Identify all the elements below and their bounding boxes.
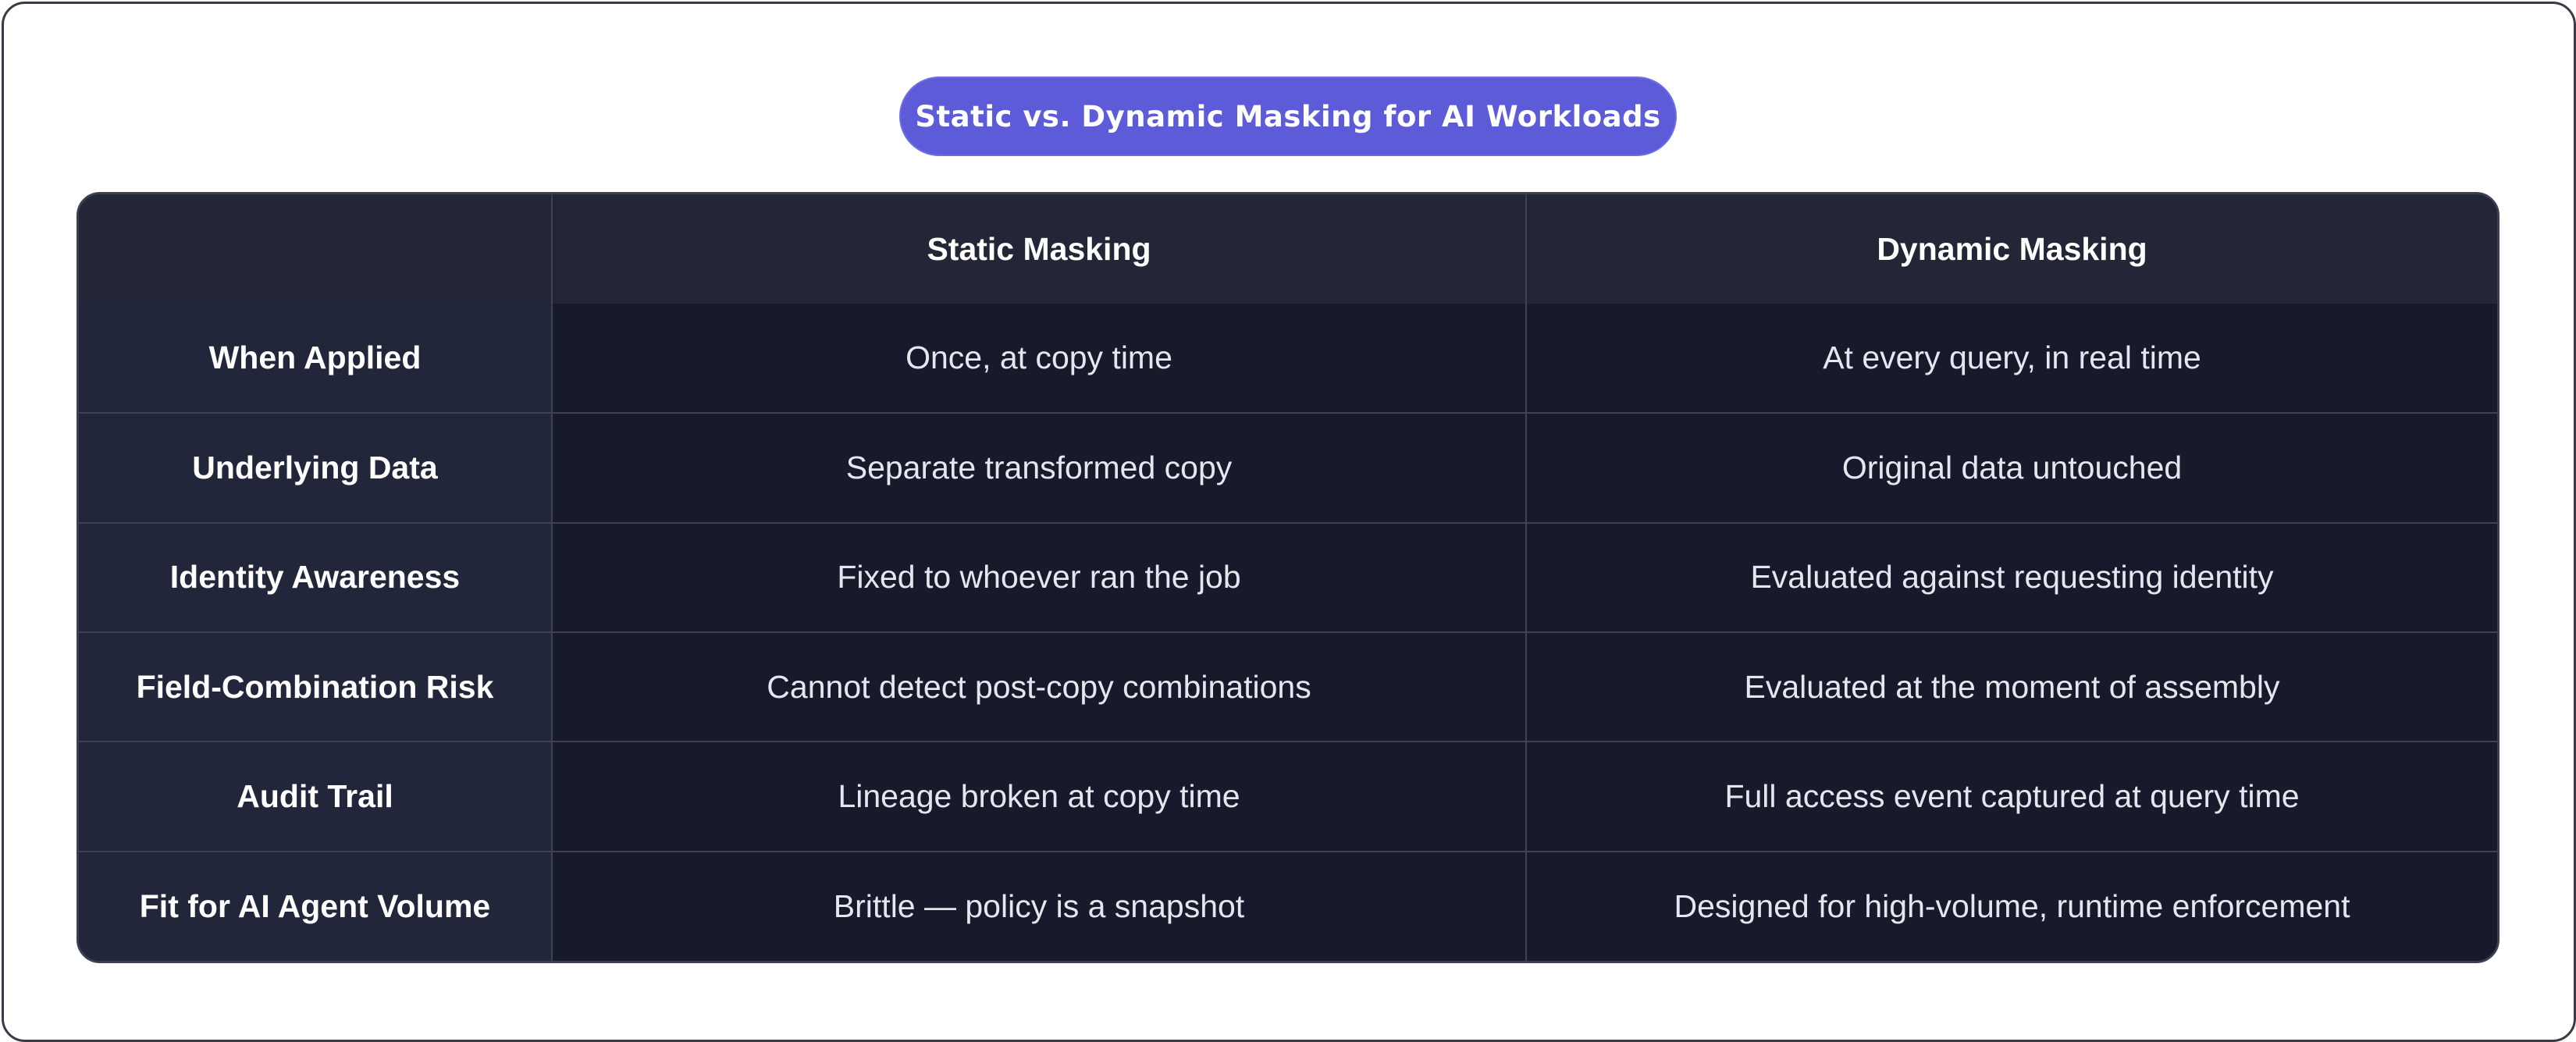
row-header: Underlying Data xyxy=(79,412,553,524)
static-cell: Cannot detect post-copy combinations xyxy=(551,631,1527,743)
row-header: Identity Awareness xyxy=(79,521,553,633)
static-cell: Once, at copy time xyxy=(551,304,1527,414)
table-row: Audit Trail Lineage broken at copy time … xyxy=(79,741,2497,852)
dynamic-cell: Original data untouched xyxy=(1525,412,2497,524)
row-header: Audit Trail xyxy=(79,741,553,852)
row-header: Fit for AI Agent Volume xyxy=(79,850,553,961)
table-header-row: Static Masking Dynamic Masking xyxy=(79,194,2497,304)
table-row: Fit for AI Agent Volume Brittle — policy… xyxy=(79,850,2497,961)
dynamic-cell: Designed for high-volume, runtime enforc… xyxy=(1525,850,2497,961)
title-text: Static vs. Dynamic Masking for AI Worklo… xyxy=(915,99,1661,133)
table-row: Field-Combination Risk Cannot detect pos… xyxy=(79,631,2497,743)
row-header: When Applied xyxy=(79,304,553,414)
corner-header-cell xyxy=(79,194,553,304)
static-cell: Lineage broken at copy time xyxy=(551,741,1527,852)
table-row: When Applied Once, at copy time At every… xyxy=(79,304,2497,414)
title-badge: Static vs. Dynamic Masking for AI Worklo… xyxy=(899,76,1677,156)
static-cell: Separate transformed copy xyxy=(551,412,1527,524)
column-header-dynamic: Dynamic Masking xyxy=(1525,194,2497,304)
dynamic-cell: Evaluated against requesting identity xyxy=(1525,521,2497,633)
row-header: Field-Combination Risk xyxy=(79,631,553,743)
dynamic-cell: At every query, in real time xyxy=(1525,304,2497,414)
static-cell: Fixed to whoever ran the job xyxy=(551,521,1527,633)
column-header-static: Static Masking xyxy=(551,194,1527,304)
table-row: Underlying Data Separate transformed cop… xyxy=(79,412,2497,524)
dynamic-cell: Full access event captured at query time xyxy=(1525,741,2497,852)
static-cell: Brittle — policy is a snapshot xyxy=(551,850,1527,961)
table-row: Identity Awareness Fixed to whoever ran … xyxy=(79,521,2497,633)
dynamic-cell: Evaluated at the moment of assembly xyxy=(1525,631,2497,743)
comparison-table: Static Masking Dynamic Masking When Appl… xyxy=(79,194,2497,961)
comparison-table-container: Static Masking Dynamic Masking When Appl… xyxy=(76,192,2500,963)
